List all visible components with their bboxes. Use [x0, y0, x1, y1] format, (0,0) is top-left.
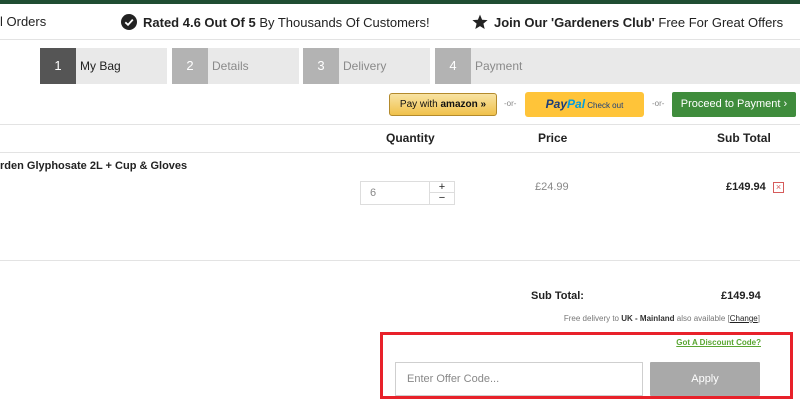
promo-bar: l Orders Rated 4.6 Out Of 5 By Thousands…	[0, 4, 800, 40]
paypal-logo: PayPal	[546, 97, 585, 111]
check-circle-icon	[121, 14, 137, 30]
rating-rest: By Thousands Of Customers!	[255, 15, 430, 30]
paypal-pal: Pal	[567, 97, 586, 111]
amazon-logo: amazon	[440, 99, 478, 110]
promo-orders-text: l Orders	[0, 14, 47, 29]
delivery-note: Free delivery to UK - Mainland also avai…	[564, 314, 760, 323]
chevrons-icon: »	[480, 99, 487, 110]
column-header-price: Price	[538, 131, 568, 145]
column-header-subtotal: Sub Total	[717, 131, 771, 145]
apply-button[interactable]: Apply	[650, 362, 760, 396]
quantity-decrease-button[interactable]: −	[430, 193, 454, 204]
step-details[interactable]: 2 Details	[172, 48, 299, 84]
step-label: Delivery	[343, 59, 387, 73]
paypal-checkout-button[interactable]: PayPal Check out	[525, 92, 644, 117]
step-number: 2	[172, 48, 208, 84]
proceed-to-payment-button[interactable]: Proceed to Payment ›	[672, 92, 796, 117]
step-payment[interactable]: 4 Payment	[435, 48, 800, 84]
checkout-steps: 1 My Bag 2 Details 3 Delivery 4 Payment	[0, 48, 800, 84]
delivery-region: UK - Mainland	[621, 314, 675, 323]
step-label: My Bag	[80, 59, 121, 73]
pay-with-amazon-button[interactable]: Pay with amazon »	[389, 93, 497, 116]
delivery-prefix: Free delivery to	[563, 314, 622, 323]
paypal-pay: Pay	[545, 97, 568, 111]
star-icon	[472, 14, 488, 29]
or-separator: -or-	[504, 99, 517, 108]
quantity-value[interactable]: 6	[370, 187, 376, 199]
step-number: 1	[40, 48, 76, 84]
step-label: Details	[212, 59, 249, 73]
discount-code-link[interactable]: Got A Discount Code?	[676, 338, 761, 347]
subtotal-value: £149.94	[721, 290, 761, 302]
divider	[0, 124, 800, 125]
step-label: Payment	[475, 59, 523, 73]
amazon-prefix: Pay with	[399, 99, 441, 110]
product-name[interactable]: rden Glyphosate 2L + Cup & Gloves	[0, 160, 187, 172]
promo-orders: l Orders	[0, 14, 46, 29]
divider	[0, 260, 800, 261]
unit-price: £24.99	[535, 181, 569, 193]
promo-rating: Rated 4.6 Out Of 5 By Thousands Of Custo…	[121, 14, 430, 30]
quantity-buttons: + −	[429, 182, 454, 204]
promo-club[interactable]: Join Our 'Gardeners Club' Free For Great…	[472, 14, 783, 30]
checkout-options: Pay with amazon » -or- PayPal Check out …	[0, 92, 800, 122]
subtotal-label: Sub Total:	[531, 290, 584, 302]
line-subtotal: £149.94	[726, 181, 766, 193]
divider	[0, 152, 800, 153]
paypal-checkout-text: Check out	[587, 101, 624, 110]
or-separator: -or-	[652, 99, 665, 108]
remove-item-icon[interactable]: ×	[773, 182, 784, 193]
step-number: 4	[435, 48, 471, 84]
change-delivery-link[interactable]: Change	[730, 314, 758, 323]
step-my-bag[interactable]: 1 My Bag	[40, 48, 167, 84]
column-header-quantity: Quantity	[386, 131, 435, 145]
offer-code-input[interactable]	[395, 362, 643, 396]
step-number: 3	[303, 48, 339, 84]
club-bold: Join Our 'Gardeners Club'	[494, 15, 655, 30]
step-delivery[interactable]: 3 Delivery	[303, 48, 430, 84]
quantity-stepper[interactable]: 6 + −	[360, 181, 455, 205]
rating-bold: Rated 4.6 Out Of 5	[143, 15, 256, 30]
delivery-close: ]	[757, 314, 760, 323]
delivery-suffix: also available [	[674, 314, 730, 323]
club-rest: Free For Great Offers	[654, 15, 784, 30]
